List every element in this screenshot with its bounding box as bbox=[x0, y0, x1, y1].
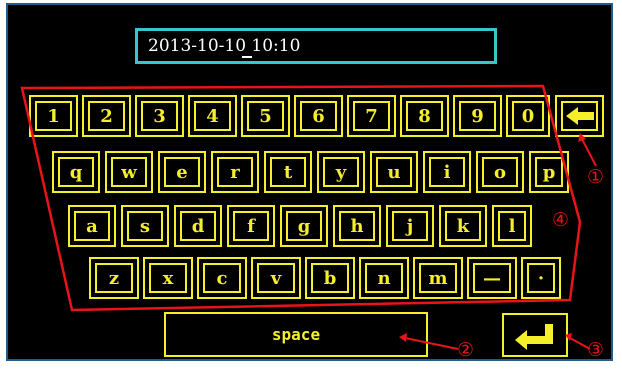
callout-marker-4: ④ bbox=[552, 209, 570, 231]
annotation-overlay bbox=[20, 84, 597, 350]
callout-arrow-1 bbox=[581, 138, 597, 167]
callout-marker-2: ② bbox=[457, 339, 475, 361]
keyboard-outline bbox=[20, 84, 582, 312]
callout-marker-3: ③ bbox=[587, 339, 605, 361]
callout-arrow-2 bbox=[404, 337, 459, 350]
callout-marker-1: ① bbox=[587, 166, 605, 188]
callout-arrowhead-2 bbox=[399, 333, 407, 342]
callout-arrowhead-3 bbox=[565, 333, 572, 341]
